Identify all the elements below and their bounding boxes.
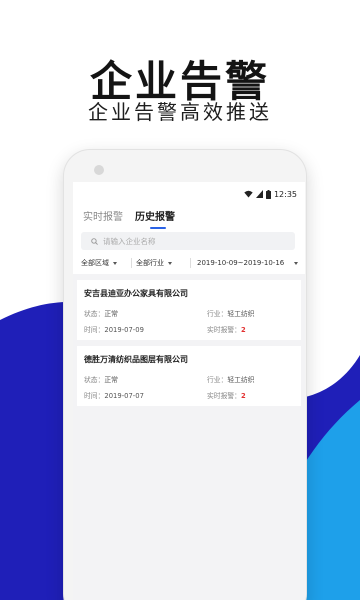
filter-divider <box>131 258 132 268</box>
active-tab-indicator <box>150 227 166 229</box>
industry-field: 行业：轻工纺织 <box>207 376 255 384</box>
status-value: 正常 <box>104 376 118 384</box>
alarm-count: 2 <box>240 326 246 334</box>
status-value: 正常 <box>104 310 118 318</box>
tab-realtime-alarms[interactable]: 实时报警 <box>83 208 123 227</box>
status-field: 状态：正常 <box>84 310 118 318</box>
industry-filter[interactable]: 全部行业 <box>136 258 190 268</box>
date-range-filter[interactable]: 2019-10-09~2019-10-16 <box>195 259 299 267</box>
industry-filter-label: 全部行业 <box>136 259 164 267</box>
time-field: 时间：2019-07-09 <box>84 326 144 334</box>
alarm-count: 2 <box>240 392 246 400</box>
signal-icon <box>255 190 263 198</box>
chevron-down-icon <box>113 261 117 265</box>
wifi-icon <box>244 190 253 198</box>
area-filter[interactable]: 全部区域 <box>81 258 131 268</box>
chevron-down-icon <box>168 261 172 265</box>
battery-icon <box>265 189 271 199</box>
company-name: 德胜万清纺织品图层有限公司 <box>84 355 188 364</box>
search-bar[interactable] <box>81 232 295 250</box>
company-name: 安吉县迪亚办公家具有限公司 <box>84 289 188 298</box>
area-filter-label: 全部区域 <box>81 259 109 267</box>
industry-field: 行业：轻工纺织 <box>207 310 255 318</box>
status-time: 12:35 <box>273 189 297 199</box>
filter-divider <box>190 258 191 268</box>
alarm-field: 实时报警：2 <box>207 392 246 400</box>
phone-camera <box>94 165 104 175</box>
record-list: 安吉县迪亚办公家具有限公司 状态：正常 行业：轻工纺织 时间：2019-07-0… <box>73 274 305 600</box>
industry-value: 轻工纺织 <box>227 310 255 318</box>
industry-value: 轻工纺织 <box>227 376 255 384</box>
promo-subheadline: 企业告警高效推送 <box>88 100 272 124</box>
search-input[interactable] <box>103 236 283 246</box>
tab-bar: 实时报警 历史报警 <box>83 208 175 227</box>
list-item[interactable]: 安吉县迪亚办公家具有限公司 状态：正常 行业：轻工纺织 时间：2019-07-0… <box>77 280 301 340</box>
list-item[interactable]: 德胜万清纺织品图层有限公司 状态：正常 行业：轻工纺织 时间：2019-07-0… <box>77 346 301 406</box>
status-bar: 12:35 <box>244 188 297 200</box>
status-field: 状态：正常 <box>84 376 118 384</box>
time-value: 2019-07-07 <box>104 392 144 400</box>
filter-bar: 全部区域 全部行业 2019-10-09~2019-10-16 <box>81 256 299 270</box>
date-range-label: 2019-10-09~2019-10-16 <box>197 259 285 267</box>
chevron-down-icon <box>294 261 299 265</box>
time-value: 2019-07-09 <box>104 326 144 334</box>
alarm-field: 实时报警：2 <box>207 326 246 334</box>
phone-screen: 12:35 实时报警 历史报警 全部区域 全部行业 2019-10-09~201… <box>73 182 305 600</box>
time-field: 时间：2019-07-07 <box>84 392 144 400</box>
search-icon <box>91 237 98 245</box>
tab-history-alarms[interactable]: 历史报警 <box>135 208 175 227</box>
